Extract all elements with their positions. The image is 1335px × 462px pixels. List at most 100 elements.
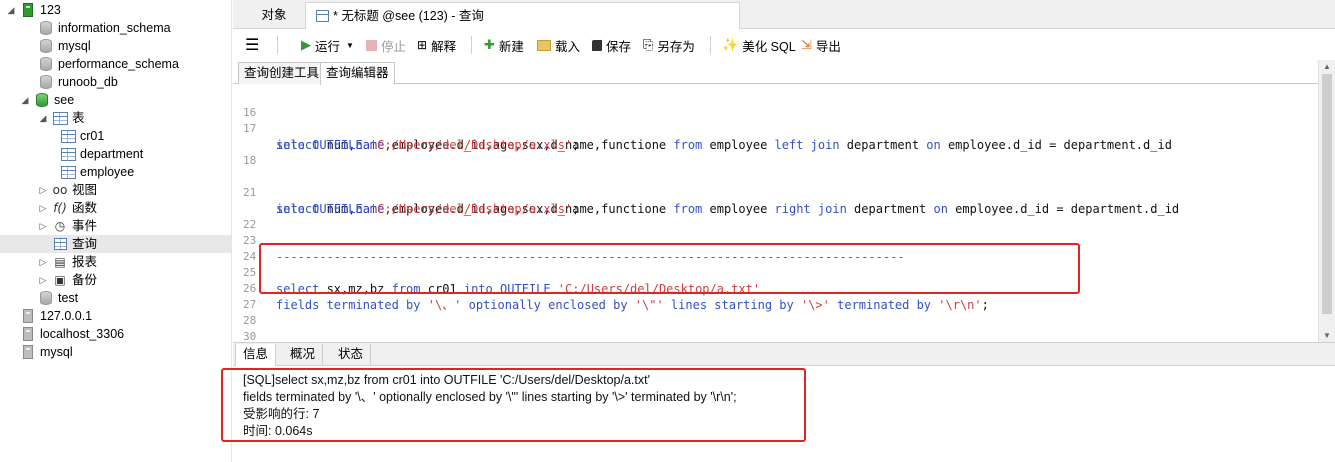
tree-table-cr01[interactable]: cr01 [60,127,104,145]
tree-db-performance-schema[interactable]: performance_schema [24,55,179,73]
connection-icon [20,308,36,324]
tab-objects[interactable]: 对象 [245,2,303,29]
explain-label: 解释 [431,39,457,54]
tab-overview[interactable]: 概况 [283,344,324,366]
info-sql-line: fields terminated by '\、' optionally enc… [243,390,737,404]
tree-folder-queries[interactable]: 查询 [0,235,231,253]
editor-line: 31 [233,329,1335,341]
query-tab-icon [316,10,329,22]
expand-icon[interactable]: ▷ [38,271,48,289]
scroll-down-icon[interactable]: ▼ [1323,331,1331,340]
tree-db-information-schema[interactable]: information_schema [24,19,171,37]
menu-button[interactable]: ☰ [245,36,263,54]
expand-icon[interactable]: ▷ [38,253,48,271]
info-affected-rows: 受影响的行: 7 [243,407,320,421]
tree-label: 备份 [72,273,98,287]
scroll-up-icon[interactable]: ▲ [1323,62,1331,71]
collapse-icon[interactable]: ◢ [38,109,48,127]
tab-status[interactable]: 状态 [331,344,372,366]
tree-table-department[interactable]: department [60,145,143,163]
collapse-icon[interactable]: ◢ [20,91,30,109]
sql-editor[interactable]: 16 17 select num,name,employee.d_id,age,… [233,85,1335,341]
collapse-icon[interactable]: ◢ [6,1,16,19]
explain-button[interactable]: ⊞ 解释 [417,36,456,54]
dropdown-arrow-icon[interactable]: ▼ [346,41,354,50]
load-button[interactable]: 载入 [537,36,580,54]
tree-label: 视图 [72,183,98,197]
editor-line: 18 [233,137,1335,167]
folder-icon [537,39,551,51]
navigation-tree: ◢ 123 information_schema mysql performan… [0,0,232,462]
table-icon [60,146,76,162]
editor-line: 24 [233,233,1335,263]
export-button[interactable]: ⇲ 导出 [801,36,841,54]
database-icon [38,38,54,54]
result-tabs: 信息 概况 状态 [233,342,1335,366]
event-icon: ◷ [54,219,66,233]
tab-query[interactable]: * 无标题 @see (123) - 查询 [305,2,740,29]
run-button[interactable]: ▶ 运行 ▼ [301,36,358,54]
database-icon [38,290,54,306]
stop-button[interactable]: 停止 [366,36,406,54]
tree-db-see[interactable]: ◢ see [20,91,74,109]
editor-line: 17 select num,name,employee.d_id,age,sex… [233,105,1335,152]
connection-icon [20,344,36,360]
tree-connection-localhost[interactable]: localhost_3306 [20,325,124,343]
tree-folder-backups[interactable]: ▷ ▣ 备份 [38,271,97,289]
tree-table-employee[interactable]: employee [60,163,134,181]
tree-connection-mysql[interactable]: mysql [20,343,73,361]
explain-icon: ⊞ [417,38,428,52]
line-number: 18 [243,154,257,167]
tree-label: cr01 [80,129,105,143]
tab-query-editor[interactable]: 查询编辑器 [320,62,395,85]
toolbar-separator [277,36,278,54]
editor-line: 28 [233,297,1335,327]
scrollbar-thumb[interactable] [1322,74,1332,314]
tree-folder-tables[interactable]: ◢ 表 [38,109,85,127]
document-tabs: 对象 * 无标题 @see (123) - 查询 [233,0,1335,29]
expand-icon[interactable]: ▷ [38,181,48,199]
table-icon [60,164,76,180]
info-sql-line: [SQL]select sx,mz,bz from cr01 into OUTF… [243,373,650,387]
editor-line: into OUTFILE 'C:/Users/del/Desktop/a.xls… [233,121,1335,152]
save-as-icon: ⎘ [643,37,654,52]
tree-label: mysql [40,345,73,359]
tree-label: employee [80,165,135,179]
export-label: 导出 [815,39,841,54]
run-label: 运行 [315,39,341,54]
tab-query-builder[interactable]: 查询创建工具 [238,62,326,84]
database-icon [38,74,54,90]
connection-icon [20,326,36,342]
editor-line: 26 fields terminated by '\、' optionally … [233,265,1335,312]
table-folder-icon [52,110,68,126]
save-button[interactable]: 保存 [590,36,631,54]
tree-connection-127[interactable]: 127.0.0.1 [20,307,92,325]
load-label: 载入 [555,39,581,54]
expand-icon[interactable]: ▷ [38,217,48,235]
tree-db-runoob-db[interactable]: runoob_db [24,73,118,91]
editor-line: 23 -------------------------------------… [233,217,1335,264]
export-icon: ⇲ [801,37,812,52]
editor-line: 22 [233,201,1335,231]
tree-folder-reports[interactable]: ▷ ▤ 报表 [38,253,97,271]
beautify-sql-button[interactable]: ✨ 美化 SQL [722,36,796,54]
tree-db-mysql[interactable]: mysql [24,37,91,55]
play-icon: ▶ [301,37,311,52]
editor-scrollbar[interactable]: ▲ ▼ [1318,60,1335,342]
tree-connection-123[interactable]: ◢ 123 [6,1,61,19]
tree-db-test[interactable]: test [24,289,78,307]
editor-line: 27 [233,281,1335,311]
save-as-button[interactable]: ⎘ 另存为 [643,36,695,54]
tree-folder-functions[interactable]: ▷ f() 函数 [38,199,97,217]
new-button[interactable]: ✚ 新建 [484,36,524,54]
tree-label: 事件 [72,219,98,233]
tree-folder-events[interactable]: ▷ ◷ 事件 [38,217,97,235]
tree-label: department [80,147,144,161]
toolbar-separator [471,36,472,54]
tab-info[interactable]: 信息 [235,344,277,366]
new-label: 新建 [498,39,524,54]
expand-icon[interactable]: ▷ [38,199,48,217]
tree-label: 函数 [72,201,98,215]
editor-line: 30 [233,313,1335,341]
tree-folder-views[interactable]: ▷ oo 视图 [38,181,97,199]
